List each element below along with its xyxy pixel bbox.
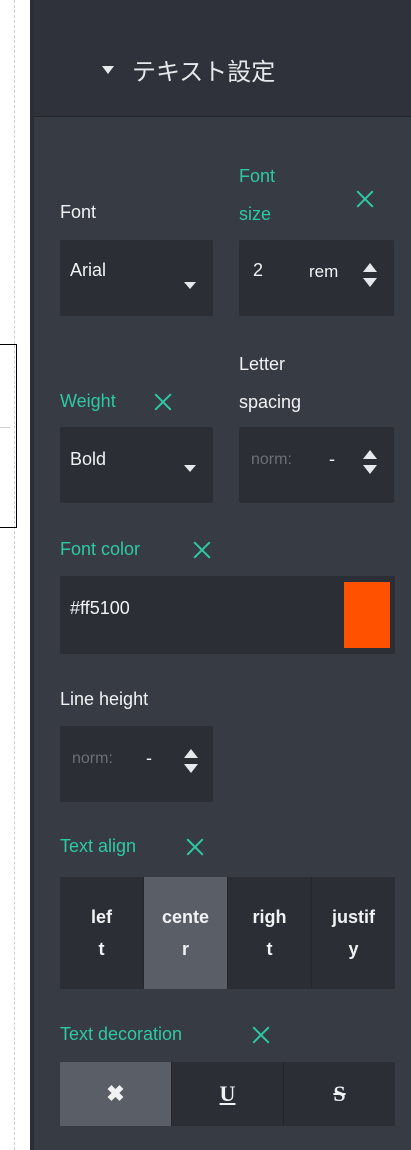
canvas-guide-tick (0, 427, 10, 428)
line-height-label: Line height (60, 689, 149, 709)
panel-resize-edge[interactable] (30, 0, 34, 1150)
font-label: Font (60, 202, 97, 222)
style-settings-panel: テキスト設定 Font Arial Font size 2 rem Weight… (30, 0, 411, 1150)
underline-icon: U (219, 1081, 236, 1106)
font-size-label-line2: size (239, 204, 272, 224)
clear-font-color-icon[interactable] (193, 541, 211, 559)
decoration-underline-option[interactable]: U (172, 1062, 284, 1126)
align-justify-option[interactable]: justif y (312, 877, 395, 989)
canvas-area (0, 0, 30, 1150)
letter-spacing-label-line2: spacing (239, 392, 302, 412)
font-size-input[interactable]: 2 rem (239, 240, 394, 316)
weight-value: Bold (70, 449, 107, 469)
text-decoration-label: Text decoration (60, 1024, 183, 1044)
font-value: Arial (70, 260, 107, 280)
section-toggle[interactable]: テキスト設定 (102, 52, 275, 87)
section-header[interactable]: テキスト設定 (34, 0, 411, 117)
strikethrough-icon: S (333, 1081, 346, 1106)
section-title: テキスト設定 (132, 59, 276, 86)
clear-text-decoration-icon[interactable] (252, 1026, 270, 1044)
decoration-none-option[interactable]: ✖ (60, 1062, 172, 1126)
decoration-strikethrough-option[interactable]: S (284, 1062, 395, 1126)
font-color-swatch[interactable] (344, 582, 390, 648)
line-height-input[interactable]: norm: - (60, 726, 213, 802)
letter-spacing-unit[interactable]: - (329, 449, 335, 470)
line-height-stepper-icon[interactable] (184, 749, 198, 775)
letter-spacing-input[interactable]: norm: - (239, 427, 394, 503)
clear-weight-icon[interactable] (154, 393, 172, 411)
letter-spacing-stepper-icon[interactable] (363, 450, 377, 476)
align-right-option[interactable]: righ t (228, 877, 312, 989)
canvas-guide-line (14, 0, 15, 1150)
font-color-value: #ff5100 (70, 598, 130, 618)
font-select[interactable]: Arial (60, 240, 213, 316)
caret-down-icon (102, 65, 114, 74)
line-height-unit[interactable]: - (146, 748, 152, 769)
font-size-value: 2 (253, 260, 264, 280)
letter-spacing-value: norm: (251, 451, 292, 468)
remove-icon: ✖ (106, 1081, 125, 1106)
font-size-stepper-icon[interactable] (363, 263, 377, 289)
text-align-options: lef t cente r righ t justif y (60, 877, 395, 989)
align-left-option[interactable]: lef t (60, 877, 144, 989)
weight-select[interactable]: Bold (60, 427, 213, 503)
text-align-label: Text align (60, 836, 137, 856)
clear-font-size-icon[interactable] (356, 190, 374, 208)
chevron-down-icon (184, 282, 196, 289)
align-center-option[interactable]: cente r (144, 877, 228, 989)
chevron-down-icon (184, 465, 196, 472)
font-size-unit[interactable]: rem (309, 262, 338, 282)
clear-text-align-icon[interactable] (186, 838, 204, 856)
font-color-label: Font color (60, 539, 141, 559)
font-size-label-line1: Font (239, 166, 276, 186)
line-height-value: norm: (72, 750, 113, 767)
text-decoration-options: ✖ U S (60, 1062, 395, 1126)
letter-spacing-label-line1: Letter (239, 354, 286, 374)
weight-label: Weight (60, 391, 116, 411)
selected-element-outline (0, 344, 17, 528)
